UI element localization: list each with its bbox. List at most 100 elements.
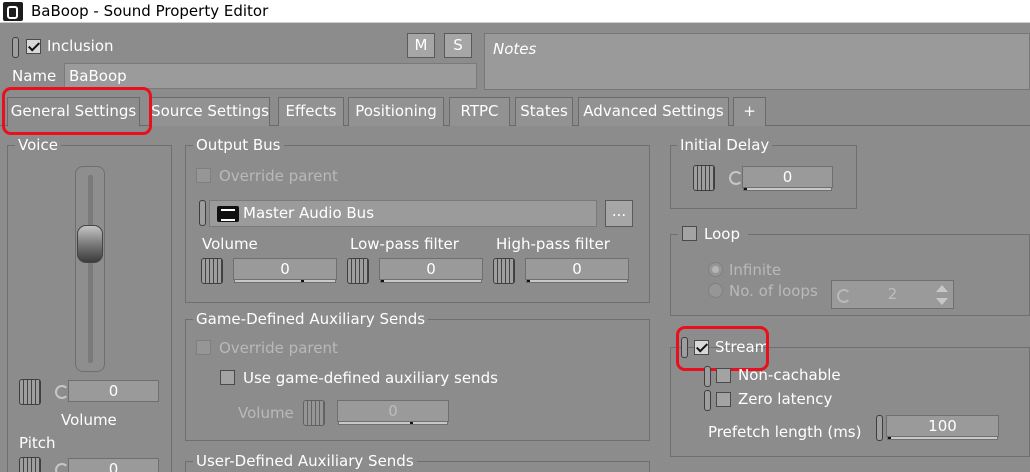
output-volume-field[interactable]: 0 bbox=[233, 258, 337, 283]
output-bus-title: Output Bus bbox=[193, 136, 284, 154]
title-bar: BaBoop - Sound Property Editor bbox=[0, 0, 1030, 23]
initial-delay-value: 0 bbox=[782, 168, 793, 186]
game-aux-volume-bar bbox=[338, 421, 448, 425]
voice-pitch-label: Pitch bbox=[19, 434, 56, 452]
spin-icon bbox=[53, 383, 69, 399]
mute-button[interactable]: M bbox=[407, 33, 435, 58]
use-game-aux-label: Use game-defined auxiliary sends bbox=[243, 369, 498, 387]
volume-fader-icon[interactable] bbox=[19, 379, 41, 405]
game-aux-fader-icon[interactable] bbox=[303, 400, 325, 426]
stepper-arrows-icon[interactable] bbox=[933, 282, 951, 308]
tab-source-settings[interactable]: Source Settings bbox=[150, 97, 270, 126]
voice-volume-value: 0 bbox=[108, 382, 119, 400]
lowpass-field[interactable]: 0 bbox=[379, 258, 483, 283]
pitch-fader-icon[interactable] bbox=[19, 457, 41, 472]
initial-delay-bar bbox=[743, 187, 832, 191]
tab-effects[interactable]: Effects bbox=[278, 97, 344, 126]
highpass-label: High-pass filter bbox=[496, 235, 610, 253]
volume-vertical-slider[interactable] bbox=[75, 166, 105, 372]
noncachable-grip-handle[interactable] bbox=[704, 366, 711, 387]
bar-marker bbox=[888, 437, 891, 439]
initial-delay-title: Initial Delay bbox=[677, 136, 773, 154]
game-aux-override-label: Override parent bbox=[219, 339, 338, 357]
lowpass-bar bbox=[380, 279, 482, 283]
output-bus-name: Master Audio Bus bbox=[243, 204, 375, 222]
output-bus-selector[interactable]: Master Audio Bus bbox=[209, 200, 597, 227]
game-aux-title: Game-Defined Auxiliary Sends bbox=[193, 310, 429, 328]
game-aux-override-checkbox[interactable] bbox=[196, 340, 211, 355]
tab-states[interactable]: States bbox=[515, 97, 573, 126]
tab-advanced-settings[interactable]: Advanced Settings bbox=[578, 97, 729, 126]
browse-bus-button[interactable]: ... bbox=[605, 200, 633, 227]
app-icon bbox=[3, 2, 23, 21]
output-volume-fader-icon[interactable] bbox=[201, 258, 223, 284]
highpass-value: 0 bbox=[572, 260, 582, 278]
voice-volume-field[interactable]: 0 bbox=[68, 380, 159, 402]
game-aux-volume-label: Volume bbox=[238, 404, 294, 422]
game-aux-volume-field[interactable]: 0 bbox=[337, 400, 449, 425]
infinite-radio[interactable] bbox=[708, 262, 723, 277]
output-override-checkbox[interactable] bbox=[196, 168, 211, 183]
highlight-stream bbox=[676, 326, 769, 371]
loop-count-field[interactable]: 2 bbox=[831, 280, 954, 309]
voice-pitch-value: 0 bbox=[108, 460, 119, 472]
inclusion-checkbox[interactable] bbox=[26, 39, 41, 54]
output-volume-label: Volume bbox=[202, 235, 258, 253]
highpass-fader-icon[interactable] bbox=[493, 258, 515, 284]
highpass-bar bbox=[526, 279, 628, 283]
voice-pitch-field[interactable]: 0 bbox=[68, 458, 159, 472]
game-aux-volume-value: 0 bbox=[388, 402, 398, 420]
notes-placeholder: Notes bbox=[493, 40, 537, 58]
output-override-label: Override parent bbox=[219, 167, 338, 185]
highlight-general-settings bbox=[2, 87, 152, 135]
zero-latency-label: Zero latency bbox=[738, 390, 833, 408]
tab-add[interactable]: + bbox=[733, 97, 766, 126]
loop-checkbox[interactable] bbox=[682, 226, 697, 241]
output-volume-value: 0 bbox=[280, 260, 290, 278]
noncachable-checkbox[interactable] bbox=[716, 368, 731, 383]
use-game-aux-checkbox[interactable] bbox=[220, 370, 235, 385]
user-aux-title: User-Defined Auxiliary Sends bbox=[193, 452, 417, 470]
bar-marker bbox=[527, 280, 530, 282]
zero-latency-checkbox[interactable] bbox=[716, 392, 731, 407]
lowpass-fader-icon[interactable] bbox=[347, 258, 369, 284]
prefetch-label: Prefetch length (ms) bbox=[708, 423, 862, 441]
spin-icon bbox=[835, 287, 851, 303]
bar-marker bbox=[381, 280, 384, 282]
window-title: BaBoop - Sound Property Editor bbox=[31, 2, 269, 20]
highpass-field[interactable]: 0 bbox=[525, 258, 629, 283]
prefetch-grip-handle[interactable] bbox=[876, 415, 883, 441]
voice-volume-label: Volume bbox=[61, 411, 117, 429]
voice-title: Voice bbox=[15, 136, 61, 154]
infinite-label: Infinite bbox=[729, 261, 782, 279]
prefetch-value: 100 bbox=[928, 417, 957, 435]
bus-grip-handle[interactable] bbox=[199, 200, 206, 226]
solo-button[interactable]: S bbox=[444, 33, 472, 58]
slider-rail bbox=[88, 175, 93, 363]
loop-count-radio[interactable] bbox=[708, 283, 723, 298]
name-label: Name bbox=[12, 67, 57, 85]
notes-field[interactable]: Notes bbox=[484, 33, 1030, 90]
lowpass-label: Low-pass filter bbox=[350, 235, 459, 253]
output-volume-bar bbox=[234, 279, 336, 283]
prefetch-field[interactable]: 100 bbox=[886, 415, 999, 440]
zero-latency-grip-handle[interactable] bbox=[704, 390, 711, 411]
audio-bus-icon bbox=[217, 206, 239, 222]
name-field[interactable]: BaBoop bbox=[64, 63, 477, 89]
noncachable-label: Non-cachable bbox=[738, 366, 841, 384]
loop-count-label: No. of loops bbox=[729, 282, 818, 300]
tab-rtpc[interactable]: RTPC bbox=[449, 97, 510, 126]
initial-delay-fader-icon[interactable] bbox=[693, 165, 715, 191]
initial-delay-field[interactable]: 0 bbox=[742, 166, 833, 191]
bar-marker bbox=[744, 188, 747, 190]
inclusion-grip-handle[interactable] bbox=[12, 37, 19, 58]
inclusion-label: Inclusion bbox=[47, 37, 114, 55]
spin-icon bbox=[53, 461, 69, 472]
loop-count-value: 2 bbox=[887, 285, 898, 303]
bar-marker bbox=[410, 422, 413, 424]
prefetch-bar bbox=[887, 436, 998, 440]
loop-label: Loop bbox=[704, 225, 740, 243]
spin-icon bbox=[727, 169, 743, 185]
tab-positioning[interactable]: Positioning bbox=[348, 97, 444, 126]
slider-knob[interactable] bbox=[77, 225, 103, 263]
